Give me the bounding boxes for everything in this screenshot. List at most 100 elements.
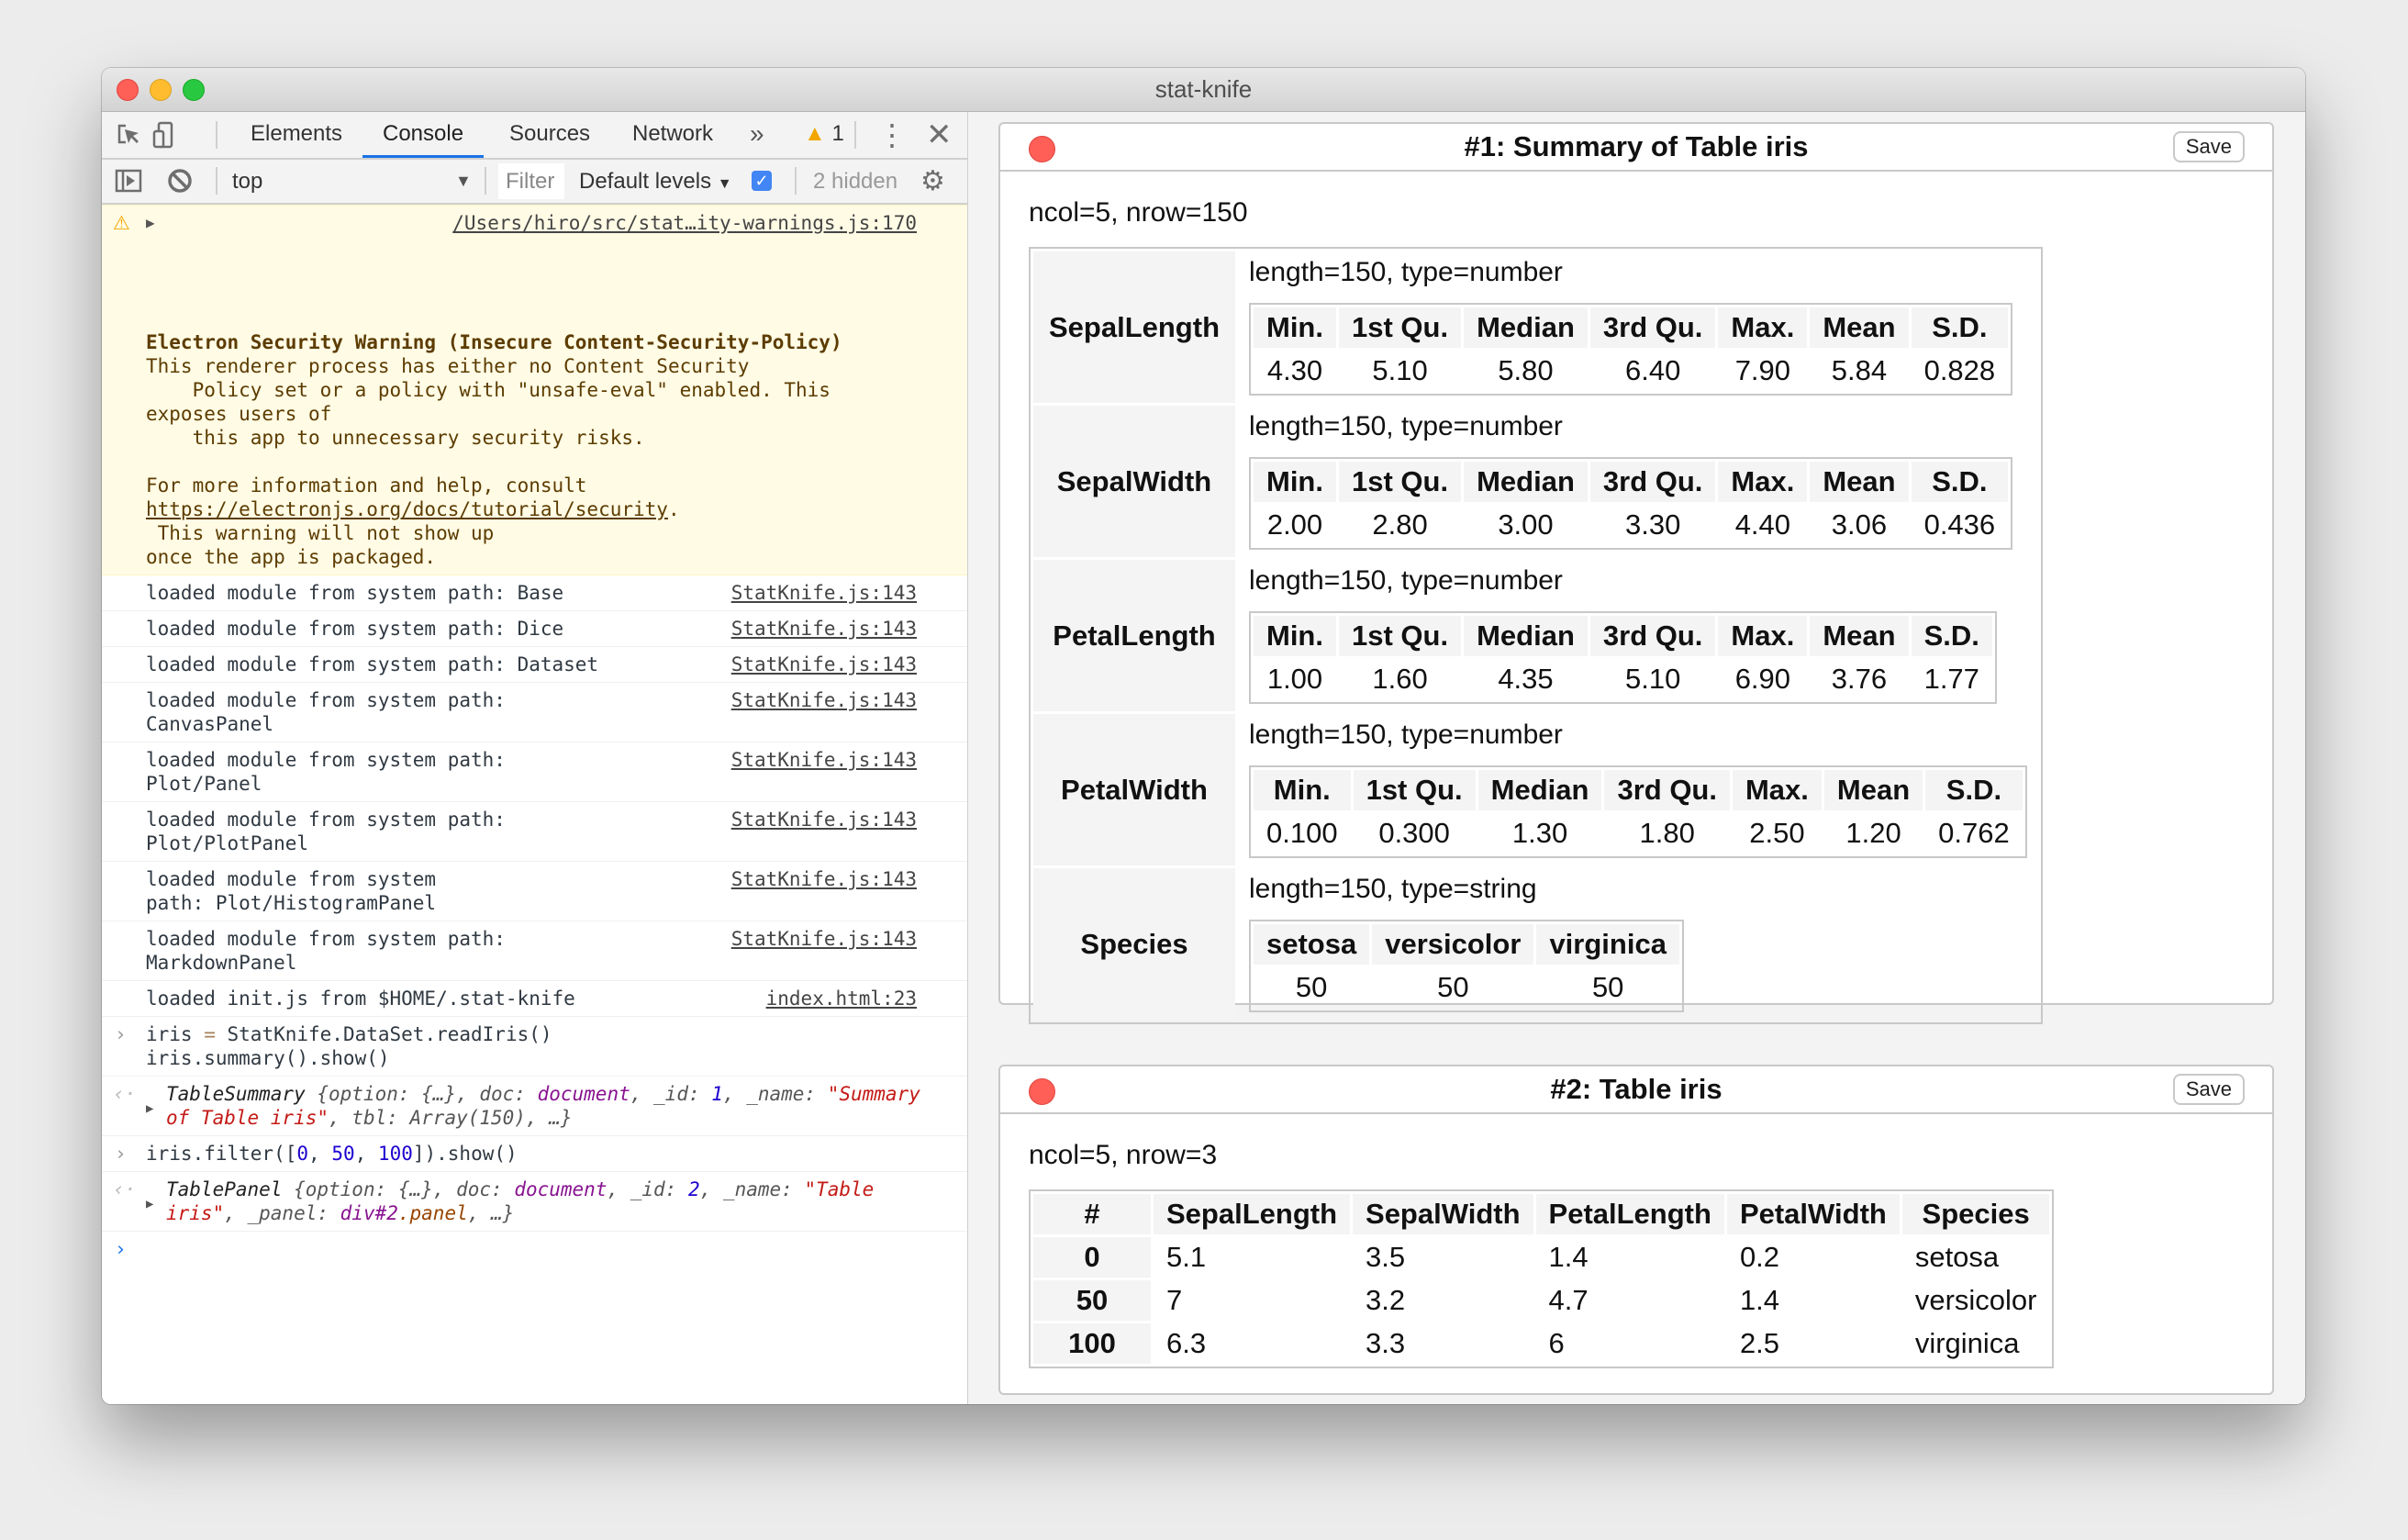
message-source-link[interactable]: StatKnife.js:143 xyxy=(731,617,917,641)
expand-arrow-icon[interactable]: ▶ xyxy=(146,1097,153,1121)
message-text: loaded module from system path: CanvasPa… xyxy=(146,689,506,735)
stat-value: 1.00 xyxy=(1266,663,1323,695)
column-name: PetalWidth xyxy=(1033,714,1235,865)
stat-header: Min. xyxy=(1254,307,1336,348)
warning-source-link[interactable]: /Users/hiro/src/stat…ity-warnings.js:170 xyxy=(452,211,917,235)
warning-icon: ▲ xyxy=(804,121,826,146)
object-class[interactable]: TableSummary xyxy=(166,1083,306,1105)
message-source-link[interactable]: StatKnife.js:143 xyxy=(731,653,917,676)
code-token: 2 xyxy=(687,1178,700,1200)
column-header: # xyxy=(1033,1194,1151,1234)
stat-header: Max. xyxy=(1718,616,1808,656)
code-token: , xyxy=(308,1143,332,1165)
tab-network[interactable]: Network xyxy=(612,112,733,158)
toolbar-divider xyxy=(216,167,217,195)
link-suffix: . xyxy=(667,498,680,520)
code-token: ]).show() xyxy=(412,1143,518,1165)
expand-arrow-icon[interactable]: ▶ xyxy=(146,1192,153,1216)
group-similar-checkbox[interactable]: ✓ xyxy=(752,171,772,191)
object-class[interactable]: TablePanel xyxy=(166,1178,282,1200)
table-cell: 2.5 xyxy=(1739,1327,1780,1359)
code-token: document xyxy=(537,1083,630,1105)
stat-header: S.D. xyxy=(1911,462,2009,502)
summary-table: SepalLength length=150, type=number Min. 1s… xyxy=(1029,247,2043,1024)
log-levels-label: Default levels xyxy=(579,169,712,194)
summary-row: Species length=150, type=string setosa vers… xyxy=(1033,868,2038,1020)
settings-gear-icon[interactable]: ⚙ xyxy=(920,160,945,203)
table-cell: 4.7 xyxy=(1548,1284,1589,1316)
save-button[interactable]: Save xyxy=(2172,131,2245,162)
category-header: versicolor xyxy=(1372,924,1534,965)
message-source-link[interactable]: index.html:23 xyxy=(766,987,917,1010)
security-docs-link[interactable]: https://electronjs.org/docs/tutorial/sec… xyxy=(146,498,668,520)
filter-input[interactable]: Filter xyxy=(498,163,564,199)
table-cell: 6.3 xyxy=(1166,1327,1207,1359)
warnings-counter[interactable]: ▲ 1 xyxy=(804,112,844,158)
message-source-link[interactable]: StatKnife.js:143 xyxy=(731,581,917,605)
more-options-icon[interactable]: ⋮ xyxy=(877,120,907,150)
stat-value: 5.10 xyxy=(1372,354,1428,386)
close-devtools-icon[interactable]: ✕ xyxy=(926,117,953,153)
code-token: , _id: xyxy=(607,1178,688,1200)
input-line: iris = StatKnife.DataSet.readIris() xyxy=(146,1022,931,1046)
category-count: 50 xyxy=(1437,971,1469,1003)
tab-elements[interactable]: Elements xyxy=(230,112,362,158)
show-sidebar-icon[interactable] xyxy=(115,167,142,195)
table-header-row: # SepalLength SepalWidth PetalLength PetalWi… xyxy=(1033,1194,2050,1234)
stat-value: 6.40 xyxy=(1624,354,1681,386)
code-token: , _panel: xyxy=(224,1202,340,1224)
stats-header-row: Min. 1st Qu. Median 3rd Qu. Max. Mean S.D. xyxy=(1254,770,2023,810)
table-dimensions: ncol=5, nrow=3 xyxy=(1029,1140,1218,1170)
stat-value: 5.10 xyxy=(1624,663,1681,695)
message-source-link[interactable]: StatKnife.js:143 xyxy=(731,748,917,772)
more-tabs-button[interactable]: » xyxy=(750,112,764,156)
stat-header: Max. xyxy=(1718,307,1808,348)
clear-console-icon[interactable] xyxy=(166,167,194,195)
stat-header: Median xyxy=(1464,462,1588,502)
column-header: SepalWidth xyxy=(1353,1194,1533,1234)
table-cell: 3.3 xyxy=(1366,1327,1406,1359)
result-arrow-icon: ‹· xyxy=(113,1178,137,1200)
table-row: 0 5.1 3.5 1.4 0.2 setosa xyxy=(1033,1237,2049,1278)
message-source-link[interactable]: StatKnife.js:143 xyxy=(731,808,917,831)
stat-value: 2.50 xyxy=(1749,817,1805,849)
expand-arrow-icon[interactable]: ▶ xyxy=(146,211,155,235)
device-toolbar-icon[interactable] xyxy=(151,121,179,149)
table-row: 100 6.3 3.3 6 2.5 virginica xyxy=(1033,1323,2049,1364)
console-input-entry: › iris.filter([0, 50, 100]).show() xyxy=(102,1136,967,1172)
panel-header: #1: Summary of Table iris Save xyxy=(1000,124,2272,172)
log-messages: loaded module from system path: Base Stat… xyxy=(102,575,967,1017)
message-source-link[interactable]: StatKnife.js:143 xyxy=(731,688,917,712)
code-token: div#2 xyxy=(340,1202,398,1224)
panel-title: #2: Table iris xyxy=(1550,1073,1722,1105)
message-source-link[interactable]: StatKnife.js:143 xyxy=(731,867,917,891)
save-button[interactable]: Save xyxy=(2172,1074,2245,1105)
tab-sources[interactable]: Sources xyxy=(489,112,610,158)
stats-value-row: 4.30 5.10 5.80 6.40 7.90 5.84 0.828 xyxy=(1254,351,2008,391)
counts-header-row: setosa versicolor virginica xyxy=(1254,924,1679,965)
column-meta: length=150, type=string xyxy=(1249,874,1537,904)
console-input-entry: › iris = StatKnife.DataSet.readIris() ir… xyxy=(102,1017,967,1077)
console-result-entry: ‹· ▶ TablePanel {option: {…}, doc: docum… xyxy=(102,1172,967,1232)
column-summary: length=150, type=number Min. 1st Qu. Median… xyxy=(1238,560,2038,711)
dropdown-arrow-icon[interactable]: ▼ xyxy=(455,160,472,203)
column-name: PetalLength xyxy=(1033,560,1235,711)
tab-console[interactable]: Console xyxy=(362,112,485,158)
inspect-element-icon[interactable] xyxy=(115,121,142,149)
panels-area: #1: Summary of Table iris Save ncol=5, n… xyxy=(968,112,2305,1404)
warning-count: 1 xyxy=(831,121,844,146)
code-token: 1 xyxy=(711,1083,723,1105)
console-message: loaded module from system path: Dice Stat… xyxy=(102,611,967,647)
console-result-entry: ‹· ▶ TableSummary {option: {…}, doc: doc… xyxy=(102,1077,967,1136)
table-cell: versicolor xyxy=(1914,1284,2037,1316)
stat-header: 1st Qu. xyxy=(1339,307,1462,348)
message-source-link[interactable]: StatKnife.js:143 xyxy=(731,927,917,951)
log-levels-dropdown[interactable]: Default levels ▼ xyxy=(579,160,732,206)
console-prompt-input[interactable]: › xyxy=(102,1232,967,1267)
stat-value: 2.00 xyxy=(1266,508,1323,541)
console-output: ⚠ ▶ /Users/hiro/src/stat…ity-warnings.js… xyxy=(102,205,967,1404)
table-cell: 1.4 xyxy=(1548,1241,1589,1273)
console-message: loaded module from system path: Base Stat… xyxy=(102,575,967,611)
column-summary: length=150, type=number Min. 1st Qu. Median… xyxy=(1238,251,2038,403)
warning-title: Electron Security Warning (Insecure Cont… xyxy=(146,331,842,353)
